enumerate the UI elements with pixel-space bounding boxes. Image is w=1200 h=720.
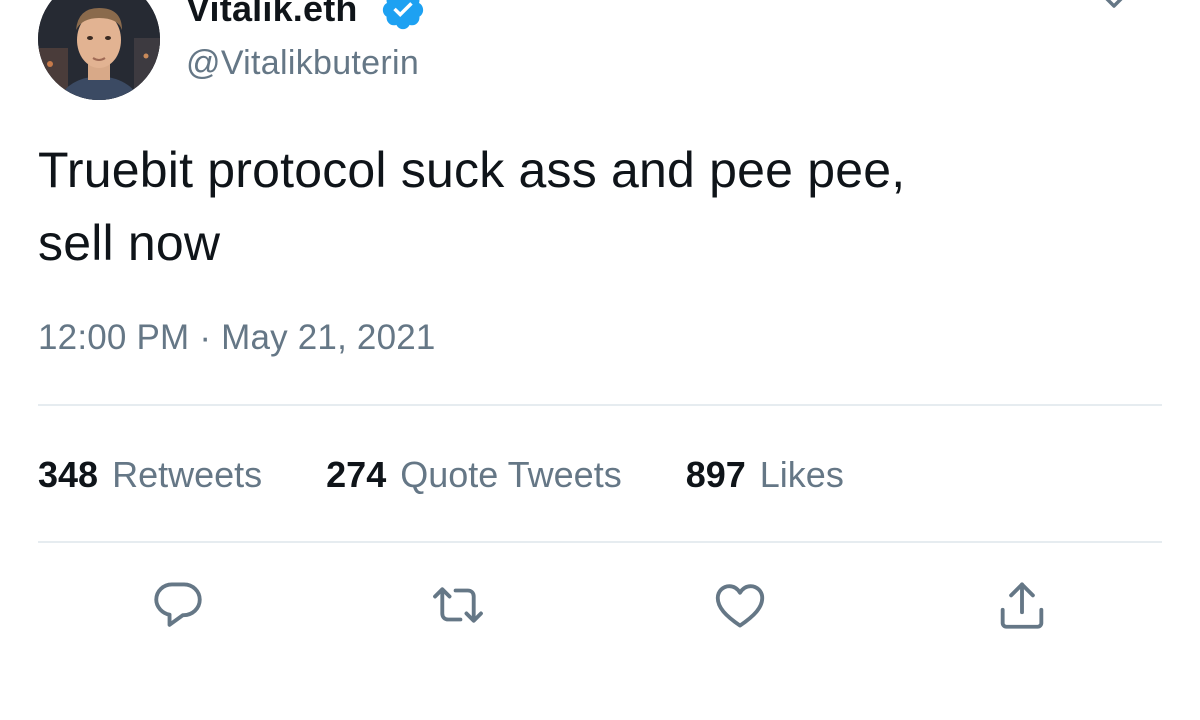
reply-button[interactable] [149,576,207,634]
comment-icon [154,582,202,627]
verified-badge-icon [382,0,423,30]
quote-tweets-stat[interactable]: 274 Quote Tweets [326,454,622,496]
divider [38,541,1162,543]
retweets-count: 348 [38,454,99,495]
share-icon [1000,582,1044,629]
avatar[interactable] [38,0,160,100]
retweets-label: Retweets [112,454,263,495]
divider [38,404,1162,406]
retweet-button[interactable] [429,576,487,634]
likes-label: Likes [759,454,844,495]
likes-count: 897 [685,454,746,495]
author-name-row[interactable]: Vitalik.eth [186,0,426,32]
tweet-timestamp[interactable]: 12:00 PM · May 21, 2021 [38,318,436,358]
author-handle[interactable]: @Vitalikbuterin [186,44,419,83]
quote-tweets-label: Quote Tweets [400,454,622,495]
tweet-text-line: sell now [38,215,221,271]
avatar-image [38,0,160,100]
retweet-icon [433,587,483,623]
tweet-text-line: Truebit protocol suck ass and pee pee, [38,142,906,198]
tweet-detail: Vitalik.eth @Vitalikbuterin Truebit prot… [0,0,1200,720]
likes-stat[interactable]: 897 Likes [686,454,844,496]
retweets-stat[interactable]: 348 Retweets [38,454,262,496]
tweet-text: Truebit protocol suck ass and pee pee, s… [38,134,1158,280]
author-display-name[interactable]: Vitalik.eth [186,0,358,30]
like-button[interactable] [711,576,769,634]
quote-tweets-count: 274 [326,454,387,495]
engagement-stats: 348 Retweets 274 Quote Tweets 897 Likes [38,452,844,498]
share-button[interactable] [993,576,1051,634]
chevron-down-icon[interactable] [1094,0,1134,16]
heart-icon [715,584,765,628]
